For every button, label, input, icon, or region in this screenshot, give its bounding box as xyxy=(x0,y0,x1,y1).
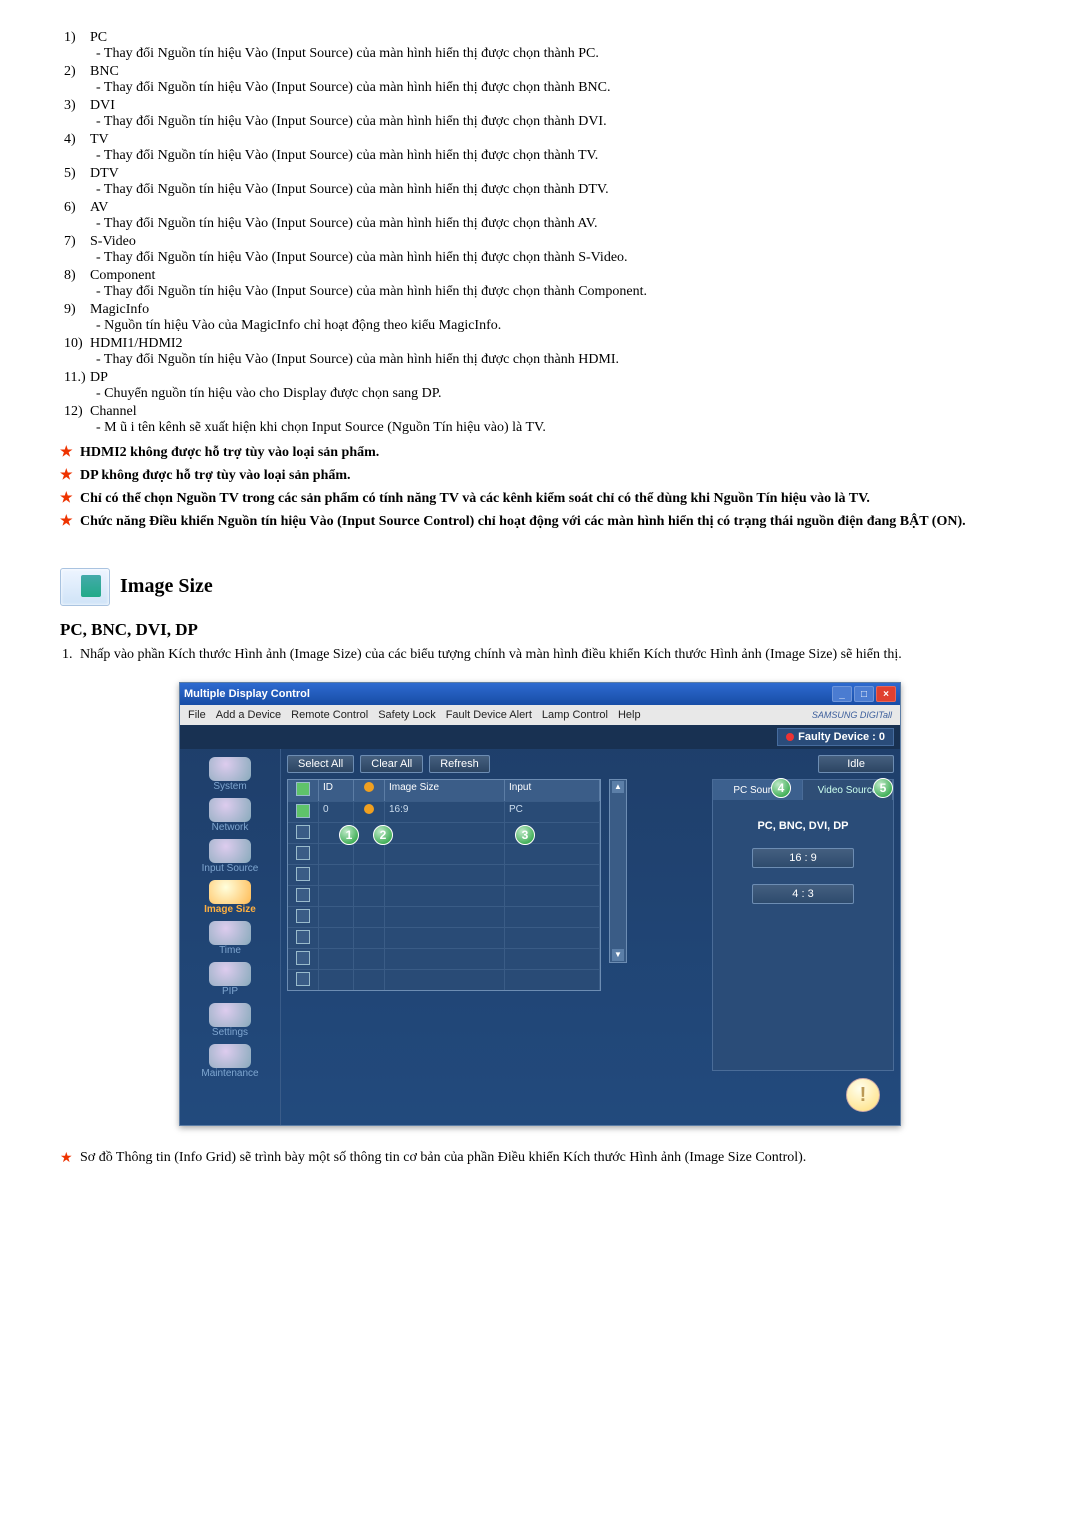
grid: ID Image Size Input 0 16:9 PC xyxy=(287,779,601,991)
row-led xyxy=(364,804,374,814)
menu-item[interactable]: Remote Control xyxy=(291,709,368,721)
list-item: 10)HDMI1/HDMI2- Thay đổi Nguồn tín hiệu … xyxy=(60,336,1020,368)
step-list: Nhấp vào phần Kích thước Hình ảnh (Image… xyxy=(60,646,1020,665)
scroll-up-icon[interactable]: ▲ xyxy=(612,781,624,793)
note-item: Chức năng Điều khiển Nguồn tín hiệu Vào … xyxy=(60,513,1020,532)
list-item: 9)MagicInfo- Nguồn tín hiệu Vào của Magi… xyxy=(60,302,1020,334)
sidebar: System Network Input Source Image Size Time P… xyxy=(180,749,280,1125)
panel-label: PC, BNC, DVI, DP xyxy=(757,820,848,832)
row-checkbox[interactable] xyxy=(296,930,310,944)
sidebar-item-network[interactable]: Network xyxy=(186,796,274,833)
refresh-button[interactable]: Refresh xyxy=(429,755,490,773)
faulty-bar: Faulty Device : 0 xyxy=(180,725,900,749)
list-item: 6)AV- Thay đổi Nguồn tín hiệu Vào (Input… xyxy=(60,200,1020,232)
row-checkbox[interactable] xyxy=(296,909,310,923)
row-checkbox[interactable] xyxy=(296,888,310,902)
list-item: 5)DTV- Thay đổi Nguồn tín hiệu Vào (Inpu… xyxy=(60,166,1020,198)
app-window: Multiple Display Control _ □ × File Add a… xyxy=(179,682,901,1126)
sidebar-item-time[interactable]: Time xyxy=(186,919,274,956)
brand-logo: SAMSUNG DIGITall xyxy=(812,710,892,720)
menu-item[interactable]: Lamp Control xyxy=(542,709,608,721)
list-item: 8)Component- Thay đổi Nguồn tín hiệu Vào… xyxy=(60,268,1020,300)
right-panel: PC Source Video Source PC, BNC, DVI, DP … xyxy=(712,779,894,1071)
scrollbar[interactable]: ▲ ▼ xyxy=(609,779,627,963)
note-item: Chỉ có thể chọn Nguồn TV trong các sản p… xyxy=(60,490,1020,509)
option-16-9[interactable]: 16 : 9 xyxy=(752,848,854,868)
row-id: 0 xyxy=(319,801,354,822)
note-item: DP không được hỗ trợ tùy vào loại sản ph… xyxy=(60,467,1020,486)
list-item: 2)BNC- Thay đổi Nguồn tín hiệu Vào (Inpu… xyxy=(60,64,1020,96)
minimize-button[interactable]: _ xyxy=(832,686,852,702)
note-item: HDMI2 không được hỗ trợ tùy vào loại sản… xyxy=(60,444,1020,463)
faulty-label: Faulty Device : 0 xyxy=(798,731,885,743)
sidebar-item-image-size[interactable]: Image Size xyxy=(186,878,274,915)
notes-list: HDMI2 không được hỗ trợ tùy vào loại sản… xyxy=(60,444,1020,532)
nav-icon xyxy=(209,757,251,781)
footnote: Sơ đồ Thông tin (Info Grid) sẽ trình bày… xyxy=(60,1150,1020,1166)
list-item: 4)TV- Thay đổi Nguồn tín hiệu Vào (Input… xyxy=(60,132,1020,164)
row-checkbox[interactable] xyxy=(296,972,310,986)
table-row[interactable]: 0 16:9 PC xyxy=(288,801,600,822)
nav-icon xyxy=(209,798,251,822)
section-header: Image Size xyxy=(60,568,1020,606)
step-item: Nhấp vào phần Kích thước Hình ảnh (Image… xyxy=(76,646,1020,665)
warning-icon: ! xyxy=(846,1078,880,1112)
row-checkbox[interactable] xyxy=(296,846,310,860)
faulty-device-box[interactable]: Faulty Device : 0 xyxy=(777,728,894,746)
col-check[interactable] xyxy=(288,780,319,801)
col-status xyxy=(354,780,385,801)
titlebar: Multiple Display Control _ □ × xyxy=(180,683,900,705)
nav-icon xyxy=(209,921,251,945)
option-4-3[interactable]: 4 : 3 xyxy=(752,884,854,904)
main-pane: Select All Clear All Refresh Idle ID Ima… xyxy=(280,749,900,1125)
sidebar-item-system[interactable]: System xyxy=(186,755,274,792)
row-checkbox[interactable] xyxy=(296,951,310,965)
row-checkbox[interactable] xyxy=(296,825,310,839)
idle-button[interactable]: Idle xyxy=(818,755,894,773)
window-title: Multiple Display Control xyxy=(184,688,310,700)
footnote-list: Sơ đồ Thông tin (Info Grid) sẽ trình bày… xyxy=(60,1150,1020,1166)
menu-item[interactable]: File xyxy=(188,709,206,721)
nav-icon xyxy=(209,880,251,904)
sidebar-item-input-source[interactable]: Input Source xyxy=(186,837,274,874)
col-image-size: Image Size xyxy=(385,780,505,801)
list-item: 11.)DP- Chuyển nguồn tín hiệu vào cho Di… xyxy=(60,370,1020,402)
led-icon xyxy=(364,782,374,792)
sidebar-item-pip[interactable]: PIP xyxy=(186,960,274,997)
menubar: File Add a Device Remote Control Safety Loc… xyxy=(180,705,900,725)
list-item: 12)Channel- M ũ i tên kênh sẽ xuất hiện … xyxy=(60,404,1020,436)
nav-icon xyxy=(209,1003,251,1027)
checkbox-icon xyxy=(296,782,310,796)
scroll-down-icon[interactable]: ▼ xyxy=(612,949,624,961)
col-id: ID xyxy=(319,780,354,801)
maximize-button[interactable]: □ xyxy=(854,686,874,702)
source-list: 1)PC- Thay đổi Nguồn tín hiệu Vào (Input… xyxy=(60,30,1020,436)
row-input: PC xyxy=(505,801,600,822)
close-button[interactable]: × xyxy=(876,686,896,702)
image-size-icon xyxy=(60,568,110,606)
tab-label: Video Source xyxy=(818,785,878,796)
sidebar-item-settings[interactable]: Settings xyxy=(186,1001,274,1038)
menu-item[interactable]: Help xyxy=(618,709,641,721)
col-input: Input xyxy=(505,780,600,801)
menu-item[interactable]: Fault Device Alert xyxy=(446,709,532,721)
row-image-size: 16:9 xyxy=(385,801,505,822)
nav-icon xyxy=(209,1044,251,1068)
list-item: 3)DVI- Thay đổi Nguồn tín hiệu Vào (Inpu… xyxy=(60,98,1020,130)
menu-item[interactable]: Add a Device xyxy=(216,709,281,721)
menu-item[interactable]: Safety Lock xyxy=(378,709,435,721)
row-checkbox[interactable] xyxy=(296,867,310,881)
sidebar-item-maintenance[interactable]: Maintenance xyxy=(186,1042,274,1079)
row-checkbox[interactable] xyxy=(296,804,310,818)
subsection-title: PC, BNC, DVI, DP xyxy=(60,620,1020,640)
select-all-button[interactable]: Select All xyxy=(287,755,354,773)
clear-all-button[interactable]: Clear All xyxy=(360,755,423,773)
nav-icon xyxy=(209,962,251,986)
list-item: 1)PC- Thay đổi Nguồn tín hiệu Vào (Input… xyxy=(60,30,1020,62)
nav-icon xyxy=(209,839,251,863)
list-item: 7)S-Video- Thay đổi Nguồn tín hiệu Vào (… xyxy=(60,234,1020,266)
section-title: Image Size xyxy=(120,575,213,598)
